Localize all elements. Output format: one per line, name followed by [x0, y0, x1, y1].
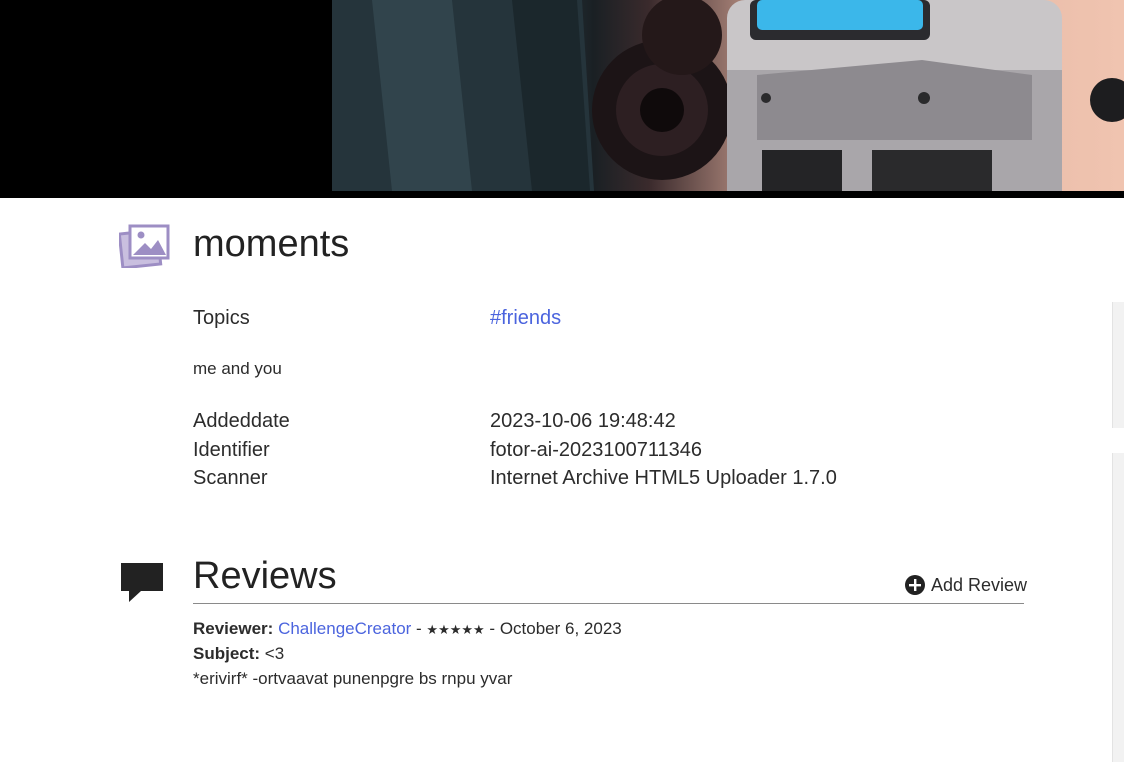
topics-label: Topics [193, 307, 250, 329]
reviewer-label: Reviewer: [193, 619, 274, 638]
scanner-label: Scanner [193, 467, 268, 489]
side-panel-stub [1112, 302, 1124, 428]
item-description: me and you [193, 359, 282, 378]
review-subject: Subject: <3 [193, 643, 284, 665]
reviewer-link[interactable]: ChallengeCreator [278, 619, 411, 638]
addeddate-value: 2023-10-06 19:48:42 [490, 410, 676, 432]
add-review-button[interactable]: Add Review [905, 573, 1027, 597]
item-title: moments [193, 223, 350, 265]
topic-link-friends[interactable]: #friends [490, 306, 561, 330]
item-page: moments Topics #friends me and you Added… [0, 0, 1124, 762]
add-review-label: Add Review [931, 574, 1028, 595]
review-header: Reviewer: ChallengeCreator - ★★★★★ - Oct… [193, 618, 622, 641]
subject-value: <3 [264, 644, 285, 663]
side-panel-stub [1112, 453, 1124, 762]
reviews-heading: Reviews [193, 555, 337, 597]
review-body: *erivirf* -ortvaavat punenpgre bs rnpu y… [193, 669, 513, 688]
reviews-divider [193, 603, 1024, 604]
scanner-value: Internet Archive HTML5 Uploader 1.7.0 [490, 467, 837, 489]
identifier-label: Identifier [193, 439, 270, 461]
item-banner [0, 0, 1124, 198]
review-stars: ★★★★★ [426, 622, 485, 637]
plus-circle-icon [905, 575, 925, 595]
review-separator: - [484, 619, 500, 638]
speech-bubble-icon [121, 563, 163, 602]
identifier-value: fotor-ai-2023100711346 [490, 439, 703, 461]
review-date: October 6, 2023 [499, 619, 622, 638]
image-gallery-icon [119, 224, 170, 268]
review-separator: - [411, 619, 427, 638]
robot-illustration [332, 0, 1124, 191]
addeddate-label: Addeddate [193, 410, 290, 432]
subject-label: Subject: [193, 644, 261, 663]
banner-image [332, 0, 1124, 191]
